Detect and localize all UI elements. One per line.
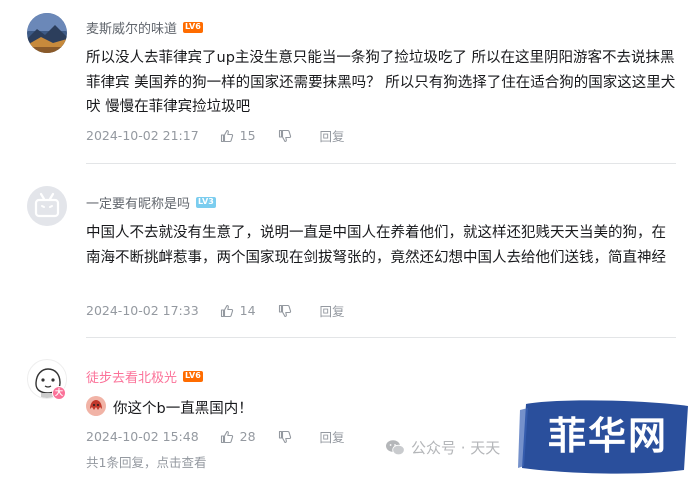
reply-avatar[interactable]	[86, 396, 106, 416]
wechat-icon	[386, 439, 405, 455]
username[interactable]: 徒步去看北极光 LV6	[86, 367, 203, 386]
like-count: 28	[239, 429, 256, 444]
thumbs-up-icon	[220, 430, 233, 443]
comment-time: 2024-10-02 17:33	[86, 303, 199, 318]
vip-badge-icon: 大	[52, 386, 66, 400]
thumbs-down-icon	[278, 430, 291, 443]
avatar[interactable]	[27, 186, 67, 226]
thumbs-down-icon	[278, 304, 291, 317]
thumbs-up-icon	[220, 304, 233, 317]
site-logo-text: 菲华网	[548, 413, 669, 458]
reply-button[interactable]: 回复	[320, 427, 345, 446]
like-count: 14	[239, 303, 256, 318]
reply-button[interactable]: 回复	[320, 301, 345, 320]
avatar[interactable]	[27, 13, 67, 53]
comment-text: 中国人不去就没有生意了，说明一直是中国人在养着他们，就这样还犯贱天天当美的狗，在…	[86, 225, 666, 266]
divider	[86, 337, 676, 338]
dislike-button[interactable]	[278, 129, 298, 143]
comment-meta: 2024-10-02 15:48 28 回复	[86, 427, 345, 446]
comment-text: 所以没人去菲律宾了up主没生意只能当一条狗了捡垃圾吃了 所以在这里阴阳游客不去说…	[86, 50, 676, 115]
watermark: 公众号 · 天天	[385, 437, 500, 458]
level-badge: LV3	[196, 197, 216, 208]
like-count: 15	[239, 128, 256, 143]
level-badge: LV6	[183, 371, 203, 382]
divider	[86, 163, 676, 164]
username-text[interactable]: 徒步去看北极光	[86, 367, 177, 386]
like-button[interactable]: 28	[220, 429, 256, 444]
dislike-button[interactable]	[278, 304, 298, 318]
username[interactable]: 一定要有昵称是吗 LV3	[86, 193, 216, 212]
username-text[interactable]: 麦斯威尔的味道	[86, 18, 177, 37]
view-replies-link[interactable]: 共1条回复，点击查看	[86, 452, 206, 471]
comment-text: 你这个b一直黑国内！	[113, 401, 253, 417]
thumbs-down-icon	[278, 129, 291, 142]
thumbs-up-icon	[220, 129, 233, 142]
avatar-landscape-icon	[27, 13, 67, 53]
default-avatar-icon	[27, 186, 67, 226]
watermark-text: 公众号 · 天天	[411, 439, 501, 457]
comment-meta: 2024-10-02 21:17 15 回复	[86, 126, 345, 145]
username-text[interactable]: 一定要有昵称是吗	[86, 193, 190, 212]
reply-button[interactable]: 回复	[320, 126, 345, 145]
comment-time: 2024-10-02 15:48	[86, 429, 199, 444]
level-badge: LV6	[183, 22, 203, 33]
like-button[interactable]: 15	[220, 128, 256, 143]
reply-avatar-icon	[86, 396, 106, 416]
like-button[interactable]: 14	[220, 303, 256, 318]
comment-time: 2024-10-02 21:17	[86, 128, 199, 143]
dislike-button[interactable]	[278, 430, 298, 444]
username[interactable]: 麦斯威尔的味道 LV6	[86, 18, 203, 37]
comment-meta: 2024-10-02 17:33 14 回复	[86, 301, 345, 320]
